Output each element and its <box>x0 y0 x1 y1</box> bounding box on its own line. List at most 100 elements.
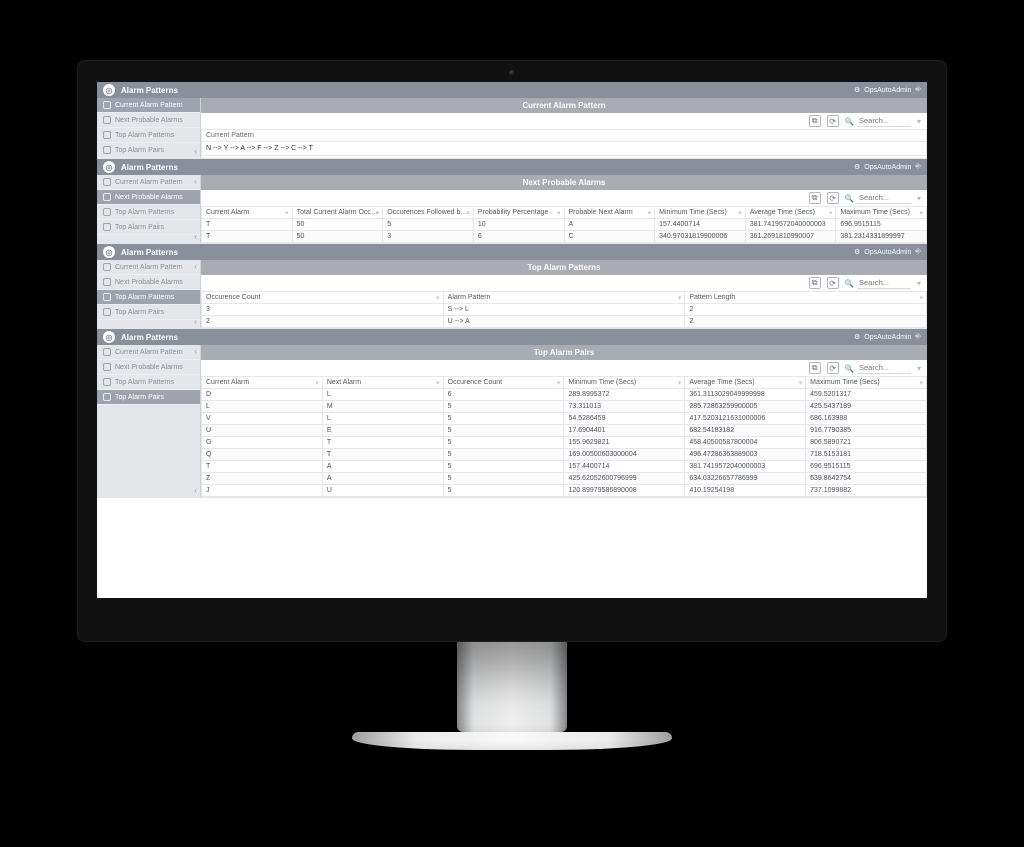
collapse-icon[interactable]: ‹ <box>194 232 197 241</box>
sidebar-item-top-alarm-patterns[interactable]: Top Alarm Patterns <box>97 128 200 143</box>
collapse-icon[interactable]: ‹ <box>194 317 197 326</box>
table-row[interactable]: T5036C340.97031819900006361.269181099000… <box>202 231 927 243</box>
column-header[interactable]: Current Alarm▾ <box>202 207 293 219</box>
collapse-icon[interactable]: ‹ <box>194 347 197 356</box>
sidebar-item-next-probable-alarms[interactable]: Next Probable Alarms <box>97 190 200 205</box>
column-header[interactable]: Probable Next Alarm▾ <box>564 207 655 219</box>
table-row[interactable]: LM573.311013285.72863259900005425.543718… <box>202 401 927 413</box>
column-header[interactable]: Probability Percentage▾ <box>473 207 564 219</box>
refresh-icon[interactable]: ⟳ <box>827 115 839 127</box>
table-row[interactable]: DL6289.8995372361.3113029049999998459.52… <box>202 389 927 401</box>
sidebar-item-top-alarm-pairs[interactable]: Top Alarm Pairs <box>97 143 200 158</box>
logout-icon[interactable]: ⎆ <box>915 248 921 256</box>
table-row[interactable]: TA5157.4400714381.7419572040000003696.95… <box>202 461 927 473</box>
refresh-icon[interactable]: ⟳ <box>827 362 839 374</box>
table-row[interactable]: T50510A157.4400714381.741957204000000369… <box>202 219 927 231</box>
table-cell: 410.19254198 <box>685 485 806 497</box>
column-header[interactable]: Occurence Count▾ <box>202 292 444 304</box>
table-row[interactable]: QT5169.00500603000004496.472863638890037… <box>202 449 927 461</box>
column-header[interactable]: Average Time (Secs)▾ <box>745 207 836 219</box>
user-menu[interactable]: ⚙ OpsAutoAdmin ⎆ <box>854 86 921 94</box>
collapse-icon[interactable]: ‹ <box>194 262 197 271</box>
export-icon[interactable]: ⧉ <box>809 192 821 204</box>
filter-icon[interactable]: ▾ <box>917 194 921 203</box>
column-header[interactable]: Minimum Time (Secs)▾ <box>655 207 746 219</box>
column-header[interactable]: Minimum Time (Secs)▾ <box>564 377 685 389</box>
logout-icon[interactable]: ⎆ <box>915 333 921 341</box>
filter-icon[interactable]: ▾ <box>678 379 682 387</box>
column-header[interactable]: Next Alarm▾ <box>322 377 443 389</box>
column-header[interactable]: Average Time (Secs)▾ <box>685 377 806 389</box>
filter-icon[interactable]: ▾ <box>376 209 380 217</box>
filter-icon[interactable]: ▾ <box>829 209 833 217</box>
sidebar-item-top-alarm-pairs[interactable]: Top Alarm Pairs <box>97 305 200 320</box>
column-header[interactable]: Occurence Count▾ <box>443 377 564 389</box>
sidebar-item-top-alarm-patterns[interactable]: Top Alarm Patterns <box>97 375 200 390</box>
table-cell: 459.5201317 <box>806 389 927 401</box>
column-header[interactable]: Total Current Alarm Occurences▾ <box>292 207 383 219</box>
sidebar-item-next-probable-alarms[interactable]: Next Probable Alarms <box>97 275 200 290</box>
filter-icon[interactable]: ▾ <box>919 209 923 217</box>
table-row[interactable]: GT5155.9629821458.40500587800004806.5890… <box>202 437 927 449</box>
table-row[interactable]: 2U --> A2 <box>202 316 927 328</box>
filter-icon[interactable]: ▾ <box>557 209 561 217</box>
export-icon[interactable]: ⧉ <box>809 115 821 127</box>
user-menu[interactable]: ⚙ OpsAutoAdmin ⎆ <box>854 163 921 171</box>
table-row[interactable]: ZA5425.62052600796999634.032266577869996… <box>202 473 927 485</box>
filter-icon[interactable]: ▾ <box>919 379 923 387</box>
collapse-icon[interactable]: ‹ <box>194 486 197 495</box>
sidebar-item-current-alarm-pattern[interactable]: Current Alarm Pattern <box>97 260 200 275</box>
sidebar-item-top-alarm-patterns[interactable]: Top Alarm Patterns <box>97 290 200 305</box>
logout-icon[interactable]: ⎆ <box>915 86 921 94</box>
sidebar-item-next-probable-alarms[interactable]: Next Probable Alarms <box>97 360 200 375</box>
export-icon[interactable]: ⧉ <box>809 362 821 374</box>
table-row[interactable]: UE517.6904401682.54183182916.7790385 <box>202 425 927 437</box>
filter-icon[interactable]: ▾ <box>678 294 682 302</box>
filter-icon[interactable]: ▾ <box>799 379 803 387</box>
collapse-icon[interactable]: ‹ <box>194 100 197 109</box>
column-header[interactable]: Maximum Time (Secs)▾ <box>836 207 927 219</box>
filter-icon[interactable]: ▾ <box>436 294 440 302</box>
filter-icon[interactable]: ▾ <box>285 209 289 217</box>
filter-icon[interactable]: ▾ <box>315 379 319 387</box>
export-icon[interactable]: ⧉ <box>809 277 821 289</box>
search-input[interactable] <box>857 277 911 289</box>
column-header[interactable]: Current Alarm▾ <box>202 377 323 389</box>
gear-icon: ⚙ <box>854 248 860 256</box>
filter-icon[interactable]: ▾ <box>919 294 923 302</box>
search-input[interactable] <box>857 192 911 204</box>
screen: ◎ Alarm Patterns ⚙ OpsAutoAdmin ⎆ ‹ Curr… <box>97 82 927 598</box>
filter-icon[interactable]: ▾ <box>648 209 652 217</box>
sidebar-item-current-alarm-pattern[interactable]: Current Alarm Pattern <box>97 175 200 190</box>
user-menu[interactable]: ⚙ OpsAutoAdmin ⎆ <box>854 333 921 341</box>
sidebar-item-current-alarm-pattern[interactable]: Current Alarm Pattern <box>97 98 200 113</box>
filter-icon[interactable]: ▾ <box>917 117 921 126</box>
search-input[interactable] <box>857 362 911 374</box>
filter-icon[interactable]: ▾ <box>917 364 921 373</box>
filter-icon[interactable]: ▾ <box>466 209 470 217</box>
refresh-icon[interactable]: ⟳ <box>827 277 839 289</box>
table-row[interactable]: VL554.5286459417.5203121631000006686.163… <box>202 413 927 425</box>
collapse-icon[interactable]: ‹ <box>194 147 197 156</box>
sidebar-item-top-alarm-pairs[interactable]: Top Alarm Pairs <box>97 220 200 235</box>
toolbar: ⧉ ⟳ 🔍 ▾ <box>201 190 927 206</box>
sidebar-item-top-alarm-patterns[interactable]: Top Alarm Patterns <box>97 205 200 220</box>
sidebar-item-current-alarm-pattern[interactable]: Current Alarm Pattern <box>97 345 200 360</box>
filter-icon[interactable]: ▾ <box>917 279 921 288</box>
sidebar-item-top-alarm-pairs[interactable]: Top Alarm Pairs <box>97 390 200 405</box>
user-menu[interactable]: ⚙ OpsAutoAdmin ⎆ <box>854 248 921 256</box>
column-header[interactable]: Occurences Followed by Next Alarm▾ <box>383 207 474 219</box>
sidebar-item-next-probable-alarms[interactable]: Next Probable Alarms <box>97 113 200 128</box>
logout-icon[interactable]: ⎆ <box>915 163 921 171</box>
table-row[interactable]: 3S --> L2 <box>202 304 927 316</box>
column-header[interactable]: Pattern Length▾ <box>685 292 927 304</box>
column-header[interactable]: Maximum Time (Secs)▾ <box>806 377 927 389</box>
collapse-icon[interactable]: ‹ <box>194 177 197 186</box>
refresh-icon[interactable]: ⟳ <box>827 192 839 204</box>
filter-icon[interactable]: ▾ <box>436 379 440 387</box>
filter-icon[interactable]: ▾ <box>738 209 742 217</box>
search-input[interactable] <box>857 115 911 127</box>
column-header[interactable]: Alarm Pattern▾ <box>443 292 685 304</box>
filter-icon[interactable]: ▾ <box>557 379 561 387</box>
table-row[interactable]: JU5120.89979586890008410.19254198737.109… <box>202 485 927 497</box>
